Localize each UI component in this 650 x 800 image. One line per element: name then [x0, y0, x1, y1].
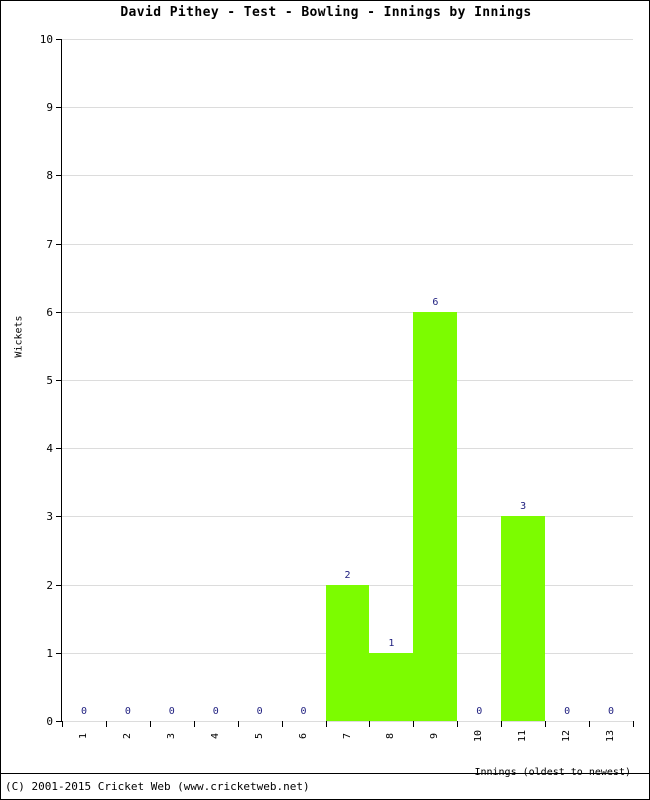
y-tick-label: 6	[46, 305, 53, 319]
x-tick-label: 4	[209, 732, 221, 740]
y-tick-label: 10	[39, 33, 53, 46]
gridline	[62, 175, 633, 177]
gridline	[62, 107, 633, 109]
y-tick-label: 7	[46, 237, 53, 251]
x-tick-mark	[589, 721, 591, 727]
y-tick-label: 2	[46, 578, 53, 592]
y-tick-mark	[56, 311, 62, 313]
x-tick-label: 2	[121, 732, 133, 740]
y-tick-mark	[56, 243, 62, 245]
y-tick-mark	[56, 39, 62, 40]
x-tick-mark	[457, 721, 459, 727]
bar-value-label: 0	[212, 706, 219, 717]
bar-value-label: 6	[432, 296, 439, 308]
y-tick-label: 9	[46, 101, 53, 115]
chart-title: David Pithey - Test - Bowling - Innings …	[120, 5, 532, 20]
x-tick-mark	[413, 721, 415, 727]
x-tick-mark	[369, 721, 371, 727]
x-tick-label: 6	[297, 732, 309, 740]
x-tick-label: 9	[429, 732, 441, 740]
bar	[501, 516, 546, 721]
bar-value-label: 0	[564, 706, 571, 717]
bar-value-label: 0	[300, 706, 307, 717]
bar-value-label: 0	[256, 706, 263, 717]
footer-copyright: (C) 2001-2015 Cricket Web (www.cricketwe…	[5, 780, 310, 793]
bar	[325, 584, 370, 721]
y-tick-label: 3	[46, 510, 53, 524]
y-tick-mark	[56, 584, 62, 586]
bar-value-label: 0	[608, 706, 615, 717]
y-tick-mark	[56, 652, 62, 654]
bar	[413, 311, 458, 721]
bar-value-label: 1	[388, 637, 395, 649]
x-tick-label: 13	[605, 729, 617, 743]
y-tick-label: 4	[46, 442, 53, 456]
bar-value-label: 0	[168, 706, 175, 717]
x-tick-label: 8	[385, 732, 397, 740]
y-tick-label: 1	[46, 646, 53, 660]
x-tick-mark	[633, 721, 634, 727]
y-tick-mark	[56, 175, 62, 177]
plot-area	[62, 39, 633, 722]
bowling-innings-chart: David Pithey - Test - Bowling - Innings …	[0, 0, 650, 800]
x-tick-label: 12	[561, 729, 573, 743]
y-tick-mark	[56, 516, 62, 518]
bar-value-label: 2	[344, 569, 351, 581]
x-tick-label: 1	[77, 732, 89, 740]
x-tick-mark	[237, 721, 239, 727]
x-tick-mark	[325, 721, 327, 727]
x-tick-mark	[193, 721, 195, 727]
gridline	[62, 721, 633, 722]
y-axis-title: Wickets	[13, 315, 25, 358]
bar-value-label: 3	[520, 501, 527, 513]
y-tick-label: 0	[46, 715, 53, 728]
x-tick-label: 7	[341, 732, 353, 740]
x-tick-mark	[62, 721, 63, 727]
gridline	[62, 243, 633, 245]
bar-value-label: 0	[80, 706, 87, 717]
gridline	[62, 380, 633, 381]
x-tick-mark	[281, 721, 283, 727]
x-tick-mark	[545, 721, 547, 727]
x-tick-mark	[149, 721, 151, 727]
bar	[369, 652, 414, 721]
gridline	[62, 516, 633, 518]
x-tick-label: 11	[517, 729, 529, 743]
footer-divider	[1, 773, 649, 774]
y-tick-mark	[56, 380, 62, 381]
x-tick-label: 5	[253, 732, 265, 740]
bar-value-label: 0	[124, 706, 131, 717]
x-tick-mark	[105, 721, 107, 727]
bar-value-label: 0	[476, 706, 483, 717]
gridline	[62, 448, 633, 450]
x-tick-mark	[501, 721, 503, 727]
y-tick-mark	[56, 448, 62, 450]
x-tick-label: 3	[165, 732, 177, 740]
y-tick-mark	[56, 107, 62, 109]
x-tick-label: 10	[473, 729, 485, 743]
y-tick-label: 5	[46, 374, 53, 387]
gridline	[62, 311, 633, 313]
gridline	[62, 39, 633, 40]
y-tick-label: 8	[46, 169, 53, 183]
